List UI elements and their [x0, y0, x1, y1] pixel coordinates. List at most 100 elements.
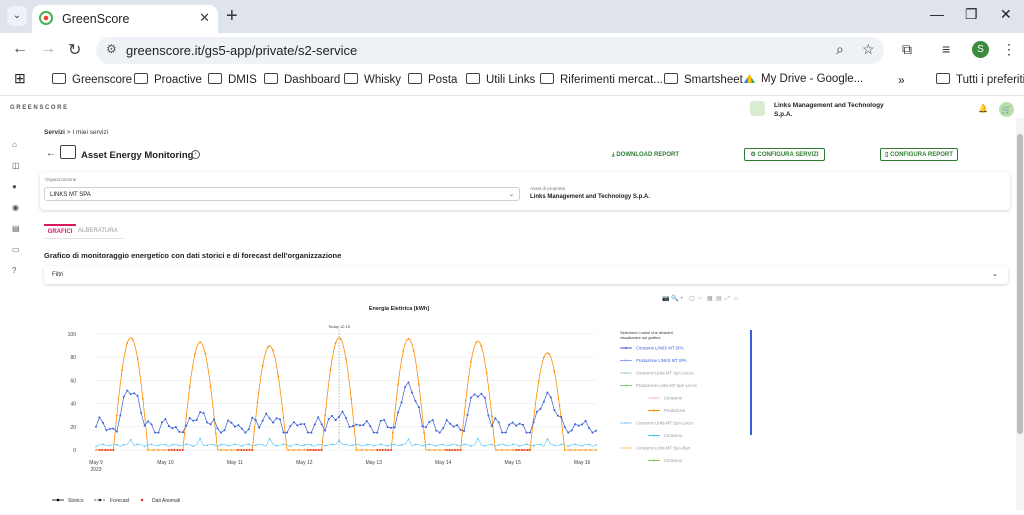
series-point-consumo	[352, 444, 354, 446]
breadcrumb-root[interactable]: Servizi	[44, 129, 65, 136]
info-icon[interactable]: i	[191, 150, 200, 159]
legend-item-label[interactable]: Consumo Links MT SpA-Bari	[636, 446, 690, 451]
series-point-produzione	[162, 449, 165, 451]
chart-title: Energia Elettrica [kWh]	[369, 306, 429, 312]
new-tab-button[interactable]: +	[226, 5, 238, 28]
series-point-consumo	[185, 443, 188, 446]
bell-icon[interactable]: 🔔	[978, 104, 988, 113]
bookmark-proactive[interactable]: Proactive	[134, 73, 202, 86]
series-point-consumo-links	[400, 401, 403, 404]
anomaly-point	[529, 449, 532, 451]
menu-icon[interactable]: ⋮	[1002, 41, 1016, 58]
legend-item-label[interactable]: Produzione Links MT SpA-Lecce	[636, 383, 698, 388]
close-icon[interactable]: ✕	[199, 10, 210, 26]
more-bookmarks-icon[interactable]: »	[898, 73, 905, 87]
anomaly-point	[317, 449, 320, 451]
legend-item-label[interactable]: Consumo Links MT SpA-Lecce	[636, 421, 694, 426]
legend-item-label[interactable]: Consumo Links MT SpA-Lecce	[636, 371, 694, 376]
database-icon[interactable]: ◫	[12, 161, 20, 170]
tab-grafici[interactable]: GRAFICI	[44, 224, 76, 238]
bookmark-utili-links[interactable]: Utili Links	[466, 73, 535, 86]
back-icon[interactable]: ←	[12, 40, 28, 58]
anomaly-point	[390, 449, 393, 451]
zoom-icon[interactable]: ⌕	[836, 41, 844, 58]
app-logo[interactable]: GREENSCORE	[10, 105, 69, 111]
legend-item-label[interactable]: Consumo	[664, 433, 683, 438]
site-info-icon[interactable]: ⚙	[106, 42, 117, 56]
modebar-icon[interactable]: ○	[698, 296, 702, 302]
cart-icon[interactable]: 🛒	[999, 102, 1014, 117]
bookmark-dashboard[interactable]: Dashboard	[264, 73, 340, 86]
modebar-icon[interactable]: ⤢	[725, 295, 730, 302]
bookmark-riferimenti[interactable]: Riferimenti mercat...	[540, 73, 663, 86]
user-icon[interactable]: ●	[12, 182, 17, 191]
url-text[interactable]: greenscore.it/gs5-app/private/s2-service	[126, 43, 357, 58]
legend-item-label[interactable]: Consumo	[664, 396, 683, 401]
bookmark-smartsheet[interactable]: Smartsheet	[664, 73, 743, 86]
modebar-icon[interactable]: +	[680, 296, 684, 302]
address-bar[interactable]: ⚙ greenscore.it/gs5-app/private/s2-servi…	[96, 37, 884, 64]
minimize-icon[interactable]: —	[930, 6, 944, 22]
tab-search-button[interactable]: ⌄	[7, 6, 27, 26]
help-icon[interactable]: ?	[12, 266, 16, 275]
series-point-consumo	[574, 443, 576, 446]
document-icon[interactable]: ▤	[12, 224, 20, 233]
legend-item-label[interactable]: Produzione	[664, 408, 686, 413]
account-icon[interactable]: ◉	[12, 203, 19, 212]
scroll-thumb[interactable]	[1017, 134, 1023, 434]
bookmark-my-drive[interactable]: My Drive - Google...	[744, 73, 863, 85]
filters-panel[interactable]: Filtri ⌄	[44, 266, 1008, 284]
legend-item-label[interactable]: Consumo	[664, 458, 683, 463]
bookmark-greenscore[interactable]: Greenscore	[52, 73, 132, 86]
bookmark-dmis[interactable]: DMIS	[208, 73, 257, 86]
browser-tab[interactable]: GreenScore ✕	[32, 5, 218, 33]
modebar-icon[interactable]: 📷	[662, 295, 670, 302]
tab-alberatura[interactable]: ALBERATURA	[78, 225, 118, 234]
series-point-consumo-links	[539, 407, 542, 410]
bookmark-all[interactable]: Tutti i preferiti	[936, 73, 1024, 86]
chevron-down-icon[interactable]: ⌄	[992, 270, 998, 278]
series-point-consumo-links	[449, 422, 452, 425]
series-point-consumo-links	[393, 426, 396, 429]
bookmark-posta[interactable]: Posta	[408, 73, 457, 86]
series-point-consumo	[511, 443, 514, 446]
modebar-icon[interactable]: 🔍	[671, 294, 679, 302]
series-point-consumo	[477, 437, 479, 440]
series-point-consumo-links	[167, 425, 170, 428]
modebar-icon[interactable]: ▤	[716, 296, 722, 302]
download-report-button[interactable]: ⤓ DOWNLOAD REPORT	[612, 152, 679, 159]
modebar-icon[interactable]: ▢	[689, 296, 695, 302]
legend-item-label[interactable]: Consumo LINKS MT SPA	[636, 346, 684, 351]
forward-icon[interactable]: →	[40, 40, 56, 58]
series-point-consumo-links	[480, 392, 483, 395]
profile-avatar[interactable]: S	[972, 41, 989, 58]
organization-select[interactable]: LINKS MT SPA ⌄	[44, 187, 520, 201]
home-icon[interactable]: ⌂	[12, 140, 17, 149]
legend-item-label[interactable]: Produzione LINKS MT SPA	[636, 358, 687, 363]
series-point-consumo	[150, 443, 153, 446]
star-icon[interactable]: ☆	[862, 41, 875, 58]
folder-nav-icon[interactable]: ▭	[12, 245, 20, 254]
back-arrow-icon[interactable]: ←	[46, 148, 56, 159]
series-point-consumo-links	[317, 416, 320, 419]
series-point-produzione	[569, 449, 571, 451]
configure-services-button[interactable]: ⚙ CONFIGURA SERVIZI	[744, 148, 825, 161]
restore-icon[interactable]: ❐	[965, 6, 978, 23]
media-icon[interactable]: ≡	[942, 41, 950, 57]
apps-icon[interactable]: ⊞	[14, 70, 26, 87]
modebar-icon[interactable]: ⌂	[734, 296, 738, 302]
anomaly-point	[448, 449, 451, 451]
series-point-consumo-links	[459, 428, 462, 431]
energy-chart[interactable]: 📷 🔍 + ▢ ○ ▦ ▤ ⤢ ⌂ Energia Elettrica [kWh] 0 20 40 60 8…	[44, 290, 756, 510]
window-close-icon[interactable]: ✕	[1000, 6, 1012, 23]
reload-icon[interactable]: ↻	[68, 40, 81, 60]
configure-report-button[interactable]: ▯ CONFIGURA REPORT	[880, 148, 958, 161]
section-title: Grafico di monitoraggio energetico con d…	[44, 251, 342, 260]
series-point-consumo-links	[188, 416, 191, 419]
anomaly-point	[454, 449, 457, 451]
extensions-icon[interactable]: ⧉	[902, 41, 912, 58]
bookmark-whisky[interactable]: Whisky	[344, 73, 401, 86]
breadcrumb-current[interactable]: I miei servizi	[72, 129, 108, 136]
modebar-icon[interactable]: ▦	[707, 296, 713, 302]
page-scrollbar[interactable]	[1016, 118, 1024, 510]
